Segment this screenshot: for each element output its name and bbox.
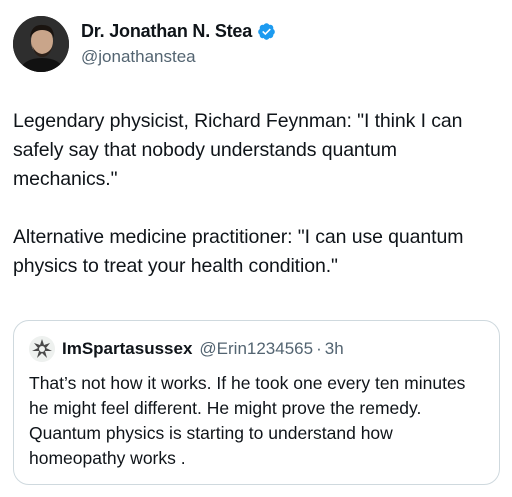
tweet-paragraph: Legendary physicist, Richard Feynman: "I… — [13, 110, 463, 190]
tweet-text: Legendary physicist, Richard Feynman: "I… — [13, 107, 503, 281]
author-avatar-image — [13, 16, 69, 72]
author-avatar[interactable] — [13, 16, 69, 72]
verified-badge-icon — [258, 23, 275, 40]
quoted-author-handle[interactable]: @Erin1234565 — [199, 339, 313, 359]
tweet-card: Dr. Jonathan N. Stea @jonathanstea Legen… — [0, 0, 512, 497]
meta-separator: · — [316, 339, 322, 358]
author-handle[interactable]: @jonathanstea — [81, 47, 196, 67]
quoted-tweet-header: ImSpartasussex @Erin1234565 · 3h — [29, 336, 344, 362]
author-name[interactable]: Dr. Jonathan N. Stea — [81, 21, 252, 42]
quoted-tweet[interactable]: ImSpartasussex @Erin1234565 · 3h That’s … — [13, 320, 500, 485]
quoted-author-name[interactable]: ImSpartasussex — [62, 339, 192, 359]
tweet-paragraph: Alternative medicine practitioner: "I ca… — [13, 226, 464, 277]
quoted-author-avatar[interactable] — [29, 336, 55, 362]
author-name-row: Dr. Jonathan N. Stea — [81, 21, 276, 42]
quoted-tweet-time[interactable]: 3h — [325, 339, 344, 359]
quoted-tweet-meta: @Erin1234565 · 3h — [199, 339, 343, 359]
quoted-author-avatar-image — [29, 336, 55, 362]
quoted-tweet-text: That’s not how it works. If he took one … — [29, 373, 466, 468]
